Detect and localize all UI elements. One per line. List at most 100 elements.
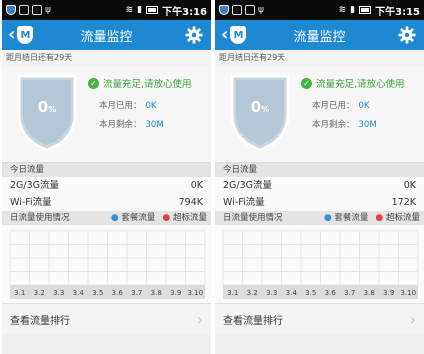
month-remaining: 本月剩余： 30M xyxy=(312,120,377,130)
wifi-traffic-value: 172K xyxy=(391,197,416,208)
wifi-traffic-value: 794K xyxy=(178,197,203,208)
daily-usage-chart-svg: 3.1 3.2 3.3 3.4 3.5 3.6 3.7 3.8 3.9 3.10 xyxy=(222,230,419,299)
usage-summary: 0% ✓ 流量充足,请放心使用 本月已用： 0K 本月剩余： 30M xyxy=(215,66,424,163)
chart-x-tick-label: 3.9 xyxy=(170,289,181,297)
chart-x-tick-label: 3.3 xyxy=(53,289,64,297)
notification-image-icon xyxy=(232,5,242,15)
daily-usage-chart: 3.1 3.2 3.3 3.4 3.5 3.6 3.7 3.8 3.9 3.10 xyxy=(215,225,424,303)
wifi-traffic-row: Wi-Fi流量 794K xyxy=(2,194,211,211)
chevron-right-icon: › xyxy=(196,309,203,329)
wifi-icon: ≋ xyxy=(125,5,134,15)
back-button[interactable]: ‹ M xyxy=(2,20,40,50)
chart-x-tick-label: 3.4 xyxy=(286,289,298,297)
wifi-traffic-row: Wi-Fi流量 172K xyxy=(215,194,424,211)
notification-image-icon xyxy=(19,5,29,15)
legend-over-dot: ● xyxy=(375,213,384,223)
chart-x-tick-label: 3.2 xyxy=(247,289,258,297)
reset-notice: 距月结日还有29天 xyxy=(2,50,211,66)
title-bar: ‹ M 流量监控 xyxy=(2,20,211,50)
status-time: 下午3:16 xyxy=(162,6,207,18)
chevron-right-icon: › xyxy=(409,309,416,329)
chart-x-tick-label: 3.9 xyxy=(383,289,394,297)
wifi-icon: ≋ xyxy=(338,5,347,15)
view-ranking-button[interactable]: 查看流量排行 › xyxy=(215,303,424,334)
chart-x-tick-label: 3.5 xyxy=(92,289,103,297)
chart-header: 日流量使用情况 ● 套餐流量 ● 超标流量 xyxy=(215,211,424,225)
legend-plan-dot: ● xyxy=(323,213,332,223)
today-header: 今日流量 xyxy=(215,163,424,177)
screen-left: ψ ≋ ▮ 下午3:16 ‹ M 流量监控 距月结日还有29天 0% ✓ 流量充… xyxy=(2,0,211,354)
notification-shield-icon xyxy=(6,5,16,15)
daily-usage-chart: 3.1 3.2 3.3 3.4 3.5 3.6 3.7 3.8 3.9 3.10 xyxy=(2,225,211,303)
chart-x-tick-label: 3.5 xyxy=(305,289,316,297)
chart-legend: ● 套餐流量 ● 超标流量 xyxy=(111,211,207,225)
chart-title: 日流量使用情况 xyxy=(10,213,70,223)
chart-x-tick-label: 3.7 xyxy=(344,289,355,297)
chart-x-tick-label: 3.6 xyxy=(325,289,337,297)
status-message: ✓ 流量充足,请放心使用 xyxy=(301,76,405,90)
view-ranking-label: 查看流量排行 xyxy=(223,315,283,327)
legend-plan-dot: ● xyxy=(110,213,119,223)
legend-over-dot: ● xyxy=(162,213,171,223)
today-header: 今日流量 xyxy=(2,163,211,177)
mobile-traffic-value: 0K xyxy=(403,180,416,191)
mobile-traffic-row: 2G/3G流量 0K xyxy=(2,177,211,194)
status-message: ✓ 流量充足,请放心使用 xyxy=(88,76,192,90)
check-circle-icon: ✓ xyxy=(88,77,99,89)
chevron-left-icon: ‹ xyxy=(221,24,229,45)
gear-icon[interactable] xyxy=(398,26,416,44)
month-used: 本月已用： 0K xyxy=(312,101,370,111)
chart-x-tick-label: 3.1 xyxy=(14,289,25,297)
status-bar: ψ ≋ ▮ 下午3:16 xyxy=(2,0,211,20)
usage-shield: 0% xyxy=(228,70,292,154)
chart-header: 日流量使用情况 ● 套餐流量 ● 超标流量 xyxy=(2,211,211,225)
usage-percent: 0% xyxy=(250,98,270,116)
usage-summary: 0% ✓ 流量充足,请放心使用 本月已用： 0K 本月剩余： 30M xyxy=(2,66,211,163)
notification-app-icon xyxy=(245,5,255,15)
chart-x-tick-label: 3.4 xyxy=(73,289,85,297)
gear-icon[interactable] xyxy=(185,26,203,44)
usb-icon: ψ xyxy=(258,5,264,15)
mobile-traffic-label: 2G/3G流量 xyxy=(10,180,60,191)
legend-plan: 套餐流量 xyxy=(334,213,369,223)
chart-legend: ● 套餐流量 ● 超标流量 xyxy=(324,211,420,225)
view-ranking-label: 查看流量排行 xyxy=(10,315,70,327)
chart-x-tick-label: 3.8 xyxy=(151,289,162,297)
chart-x-tick-label: 3.10 xyxy=(187,289,203,297)
battery-icon xyxy=(146,6,159,14)
chart-x-tick-label: 3.8 xyxy=(364,289,375,297)
reset-notice: 距月结日还有29天 xyxy=(215,50,424,66)
usb-icon: ψ xyxy=(45,5,51,15)
shield-logo-icon: M xyxy=(17,26,34,44)
chart-title: 日流量使用情况 xyxy=(223,213,283,223)
wifi-traffic-label: Wi-Fi流量 xyxy=(10,197,52,208)
status-bar: ψ ≋ ▮ 下午3:15 xyxy=(215,0,424,20)
chart-x-tick-label: 3.6 xyxy=(112,289,124,297)
chart-x-tick-label: 3.2 xyxy=(34,289,45,297)
legend-over: 超标流量 xyxy=(385,213,420,223)
signal-icon: ▮ xyxy=(350,5,356,15)
month-remaining: 本月剩余： 30M xyxy=(99,120,164,130)
usage-percent: 0% xyxy=(37,98,57,116)
check-circle-icon: ✓ xyxy=(301,77,312,89)
mobile-traffic-label: 2G/3G流量 xyxy=(223,180,273,191)
legend-over: 超标流量 xyxy=(172,213,207,223)
chart-x-tick-label: 3.1 xyxy=(227,289,238,297)
notification-shield-icon xyxy=(219,5,229,15)
chart-x-tick-label: 3.10 xyxy=(400,289,416,297)
chevron-left-icon: ‹ xyxy=(8,24,16,45)
shield-logo-icon: M xyxy=(230,26,247,44)
screen-right: ψ ≋ ▮ 下午3:15 ‹ M 流量监控 距月结日还有29天 0% ✓ 流量充… xyxy=(215,0,424,354)
title-bar: ‹ M 流量监控 xyxy=(215,20,424,50)
battery-icon xyxy=(359,6,372,14)
back-button[interactable]: ‹ M xyxy=(215,20,253,50)
mobile-traffic-value: 0K xyxy=(190,180,203,191)
legend-plan: 套餐流量 xyxy=(121,213,156,223)
usage-shield: 0% xyxy=(15,70,79,154)
notification-app-icon xyxy=(32,5,42,15)
chart-x-tick-label: 3.7 xyxy=(131,289,142,297)
chart-x-tick-label: 3.3 xyxy=(266,289,277,297)
wifi-traffic-label: Wi-Fi流量 xyxy=(223,197,265,208)
view-ranking-button[interactable]: 查看流量排行 › xyxy=(2,303,211,334)
month-used: 本月已用： 0K xyxy=(99,101,157,111)
